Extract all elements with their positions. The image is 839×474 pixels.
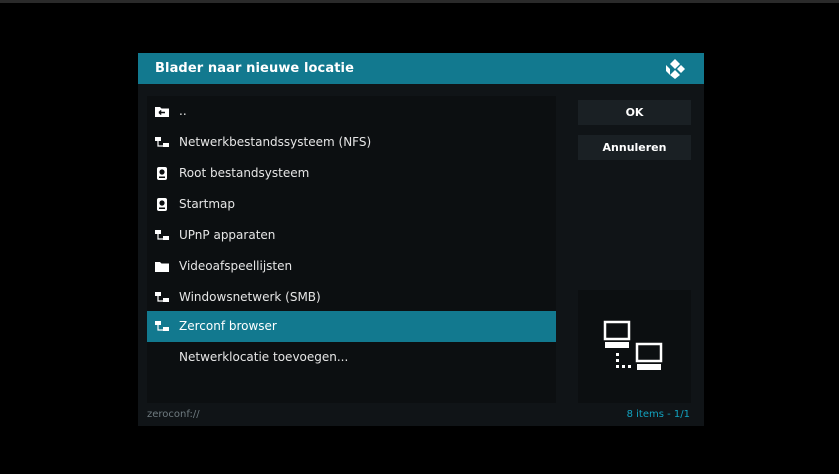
- list-item-label: Netwerklocatie toevoegen...: [179, 350, 349, 364]
- cancel-button[interactable]: Annuleren: [578, 135, 691, 160]
- list-item-label: Startmap: [179, 197, 235, 211]
- list-item-home-folder[interactable]: Startmap: [147, 189, 556, 220]
- dialog-title: Blader naar nieuwe locatie: [155, 61, 355, 76]
- list-item-label: ..: [179, 104, 187, 118]
- dialog-footer: zeroconf:// 8 items - 1/1: [138, 405, 704, 426]
- list-item-parent-folder[interactable]: ..: [147, 96, 556, 127]
- preview-panel: [578, 290, 691, 403]
- folder-up-icon: [155, 107, 169, 117]
- hard-disk-icon: [157, 198, 167, 211]
- screen: Blader naar nieuwe locatie .. Netwerkbes…: [0, 0, 839, 474]
- file-list: .. Netwerkbestandssysteem (NFS) Root bes: [147, 96, 556, 403]
- list-item-smb[interactable]: Windowsnetwerk (SMB): [147, 282, 556, 313]
- network-icon: [155, 137, 169, 147]
- list-item-root-filesystem[interactable]: Root bestandsysteem: [147, 158, 556, 189]
- list-item-label: Root bestandsysteem: [179, 166, 310, 180]
- list-item-add-network-location[interactable]: Netwerklocatie toevoegen...: [147, 342, 556, 373]
- list-item-label: Netwerkbestandssysteem (NFS): [179, 135, 372, 149]
- network-computers-icon: [603, 320, 663, 370]
- list-item-zeroconf[interactable]: Zerconf browser: [147, 311, 556, 342]
- list-item-video-playlists[interactable]: Videoafspeellijsten: [147, 251, 556, 282]
- network-icon: [155, 292, 169, 302]
- network-icon: [155, 230, 169, 240]
- folder-icon: [155, 262, 169, 272]
- network-icon: [155, 321, 169, 331]
- top-border: [0, 0, 839, 3]
- list-item-upnp[interactable]: UPnP apparaten: [147, 220, 556, 251]
- hard-disk-icon: [157, 167, 167, 180]
- current-path: zeroconf://: [147, 409, 200, 420]
- kodi-logo-icon: [666, 59, 685, 79]
- list-item-label: Windowsnetwerk (SMB): [179, 290, 321, 304]
- item-count: 8 items - 1/1: [626, 409, 690, 420]
- ok-button[interactable]: OK: [578, 100, 691, 125]
- list-item-nfs[interactable]: Netwerkbestandssysteem (NFS): [147, 127, 556, 158]
- list-item-label: UPnP apparaten: [179, 228, 276, 242]
- browse-dialog: Blader naar nieuwe locatie .. Netwerkbes…: [138, 53, 704, 426]
- list-item-label: Videoafspeellijsten: [179, 259, 293, 273]
- dialog-header: Blader naar nieuwe locatie: [138, 53, 704, 84]
- list-item-label: Zerconf browser: [179, 319, 277, 333]
